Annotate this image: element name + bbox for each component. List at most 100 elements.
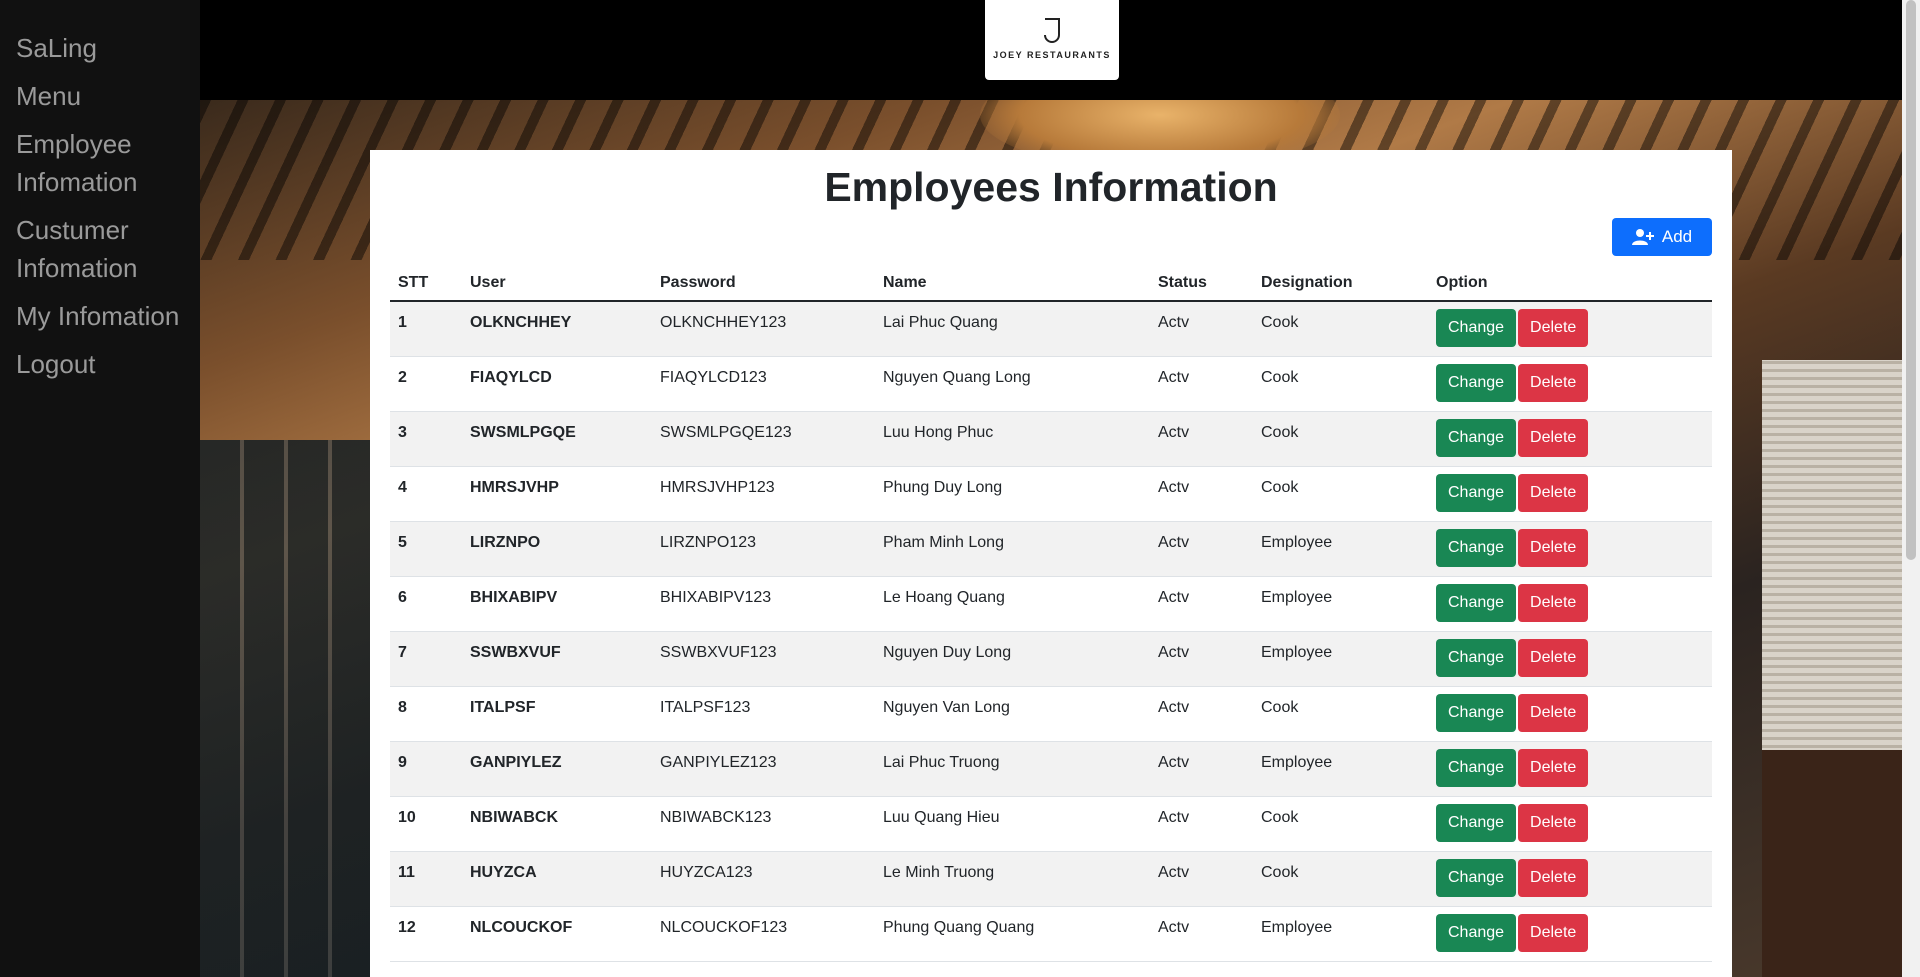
sidebar-item-saling[interactable]: SaLing [0, 24, 200, 72]
table-row: 5 LIRZNPO LIRZNPO123 Pham Minh Long Actv Empl… [390, 521, 1712, 577]
cell-password: HMRSJVHP123 [652, 466, 875, 522]
scrollbar-thumb[interactable] [1906, 0, 1916, 560]
cell-password: OLKNCHHEY123 [652, 301, 875, 357]
cell-designation: Cook [1253, 796, 1428, 852]
cell-option: Change Delete [1428, 686, 1712, 742]
page-scrollbar[interactable] [1902, 0, 1920, 977]
cell-password: BHIXABIPV123 [652, 576, 875, 632]
table-row: 9 GANPIYLEZ GANPIYLEZ123 Lai Phuc Truong Act… [390, 741, 1712, 797]
cell-password: SWSMLPGQE123 [652, 411, 875, 467]
cell-option: Change Delete [1428, 906, 1712, 962]
cell-password: FIAQYLCD123 [652, 356, 875, 412]
add-button-label: Add [1661, 227, 1693, 246]
add-employee-button[interactable]: Add [1612, 218, 1712, 256]
delete-button[interactable]: Delete [1518, 748, 1589, 787]
change-button[interactable]: Change [1436, 473, 1517, 512]
change-button[interactable]: Change [1436, 913, 1517, 952]
column-header-user: User [462, 265, 652, 302]
cell-status: Actv [1150, 686, 1253, 742]
cell-name: Lai Phuc Quang [875, 301, 1150, 357]
cell-stt: 10 [390, 796, 462, 852]
delete-button[interactable]: Delete [1518, 363, 1589, 402]
change-button[interactable]: Change [1436, 858, 1517, 897]
change-button[interactable]: Change [1436, 748, 1517, 787]
sidebar-item-employee-infomation[interactable]: Employee Infomation [0, 120, 200, 206]
delete-button[interactable]: Delete [1518, 528, 1589, 567]
cell-status: Actv [1150, 906, 1253, 962]
change-button[interactable]: Change [1436, 638, 1517, 677]
cell-designation: Cook [1253, 466, 1428, 522]
sidebar-item-custumer-infomation[interactable]: Custumer Infomation [0, 206, 200, 292]
cell-user: ITALPSF [462, 686, 652, 742]
delete-button[interactable]: Delete [1518, 913, 1589, 952]
cell-option: Change Delete [1428, 411, 1712, 467]
change-button[interactable]: Change [1436, 309, 1517, 347]
cell-option: Change Delete [1428, 301, 1712, 357]
cell-name: Pham Minh Long [875, 521, 1150, 577]
cell-designation: Employee [1253, 906, 1428, 962]
delete-button[interactable]: Delete [1518, 858, 1589, 897]
cell-option: Change Delete [1428, 796, 1712, 852]
cell-password: SSWBXVUF123 [652, 631, 875, 687]
cell-user: FIAQYLCD [462, 356, 652, 412]
cell-status: Actv [1150, 356, 1253, 412]
cell-name: Luu Hong Phuc [875, 411, 1150, 467]
cell-user: SSWBXVUF [462, 631, 652, 687]
cell-option: Change Delete [1428, 356, 1712, 412]
cell-name: Phung Quang Quang [875, 906, 1150, 962]
cell-user: HMRSJVHP [462, 466, 652, 522]
cell-stt: 12 [390, 906, 462, 962]
cell-status: Actv [1150, 631, 1253, 687]
cell-designation: Cook [1253, 851, 1428, 907]
delete-button[interactable]: Delete [1518, 803, 1589, 842]
cell-status: Actv [1150, 741, 1253, 797]
delete-button[interactable]: Delete [1518, 638, 1589, 677]
cell-stt: 8 [390, 686, 462, 742]
cell-stt: 11 [390, 851, 462, 907]
change-button[interactable]: Change [1436, 528, 1517, 567]
delete-button[interactable]: Delete [1518, 309, 1589, 347]
table-row: 10 NBIWABCK NBIWABCK123 Luu Quang Hieu Actv C… [390, 796, 1712, 852]
cell-user: GANPIYLEZ [462, 741, 652, 797]
change-button[interactable]: Change [1436, 363, 1517, 402]
cell-name: Le Hoang Quang [875, 576, 1150, 632]
cell-option: Change Delete [1428, 851, 1712, 907]
cell-password: HUYZCA123 [652, 851, 875, 907]
change-button[interactable]: Change [1436, 583, 1517, 622]
sidebar-item-menu[interactable]: Menu [0, 72, 200, 120]
change-button[interactable]: Change [1436, 803, 1517, 842]
cell-designation: Employee [1253, 576, 1428, 632]
cell-user: HUYZCA [462, 851, 652, 907]
cell-option: Change Delete [1428, 576, 1712, 632]
table-row: 3 SWSMLPGQE SWSMLPGQE123 Luu Hong Phuc Actv C… [390, 411, 1712, 467]
delete-button[interactable]: Delete [1518, 473, 1589, 512]
table-header-row: STT User Password Name Status Designatio… [390, 265, 1712, 302]
cell-option: Change Delete [1428, 521, 1712, 577]
column-header-designation: Designation [1253, 265, 1428, 302]
cell-password: LIRZNPO123 [652, 521, 875, 577]
cell-option: Change Delete [1428, 631, 1712, 687]
cell-password: NBIWABCK123 [652, 796, 875, 852]
cell-status: Actv [1150, 466, 1253, 522]
cell-name: Lai Phuc Truong [875, 741, 1150, 797]
delete-button[interactable]: Delete [1518, 693, 1589, 732]
top-bar: JOEY RESTAURANTS [200, 0, 1902, 100]
cell-password: NLCOUCKOF123 [652, 906, 875, 962]
change-button[interactable]: Change [1436, 693, 1517, 732]
sidebar-item-logout[interactable]: Logout [0, 340, 200, 388]
table-row: 7 SSWBXVUF SSWBXVUF123 Nguyen Duy Long Actv E… [390, 631, 1712, 687]
cell-name: Nguyen Quang Long [875, 356, 1150, 412]
column-header-option: Option [1428, 265, 1712, 302]
cell-name: Luu Quang Hieu [875, 796, 1150, 852]
restaurant-logo[interactable]: JOEY RESTAURANTS [985, 0, 1119, 80]
cell-status: Actv [1150, 576, 1253, 632]
delete-button[interactable]: Delete [1518, 418, 1589, 457]
cell-name: Le Minh Truong [875, 851, 1150, 907]
employees-card: Employees Information Add STT User Passw… [370, 150, 1732, 977]
change-button[interactable]: Change [1436, 418, 1517, 457]
delete-button[interactable]: Delete [1518, 583, 1589, 622]
cell-name: Phung Duy Long [875, 466, 1150, 522]
cell-stt: 7 [390, 631, 462, 687]
sidebar-item-my-infomation[interactable]: My Infomation [0, 292, 200, 340]
cell-status: Actv [1150, 411, 1253, 467]
